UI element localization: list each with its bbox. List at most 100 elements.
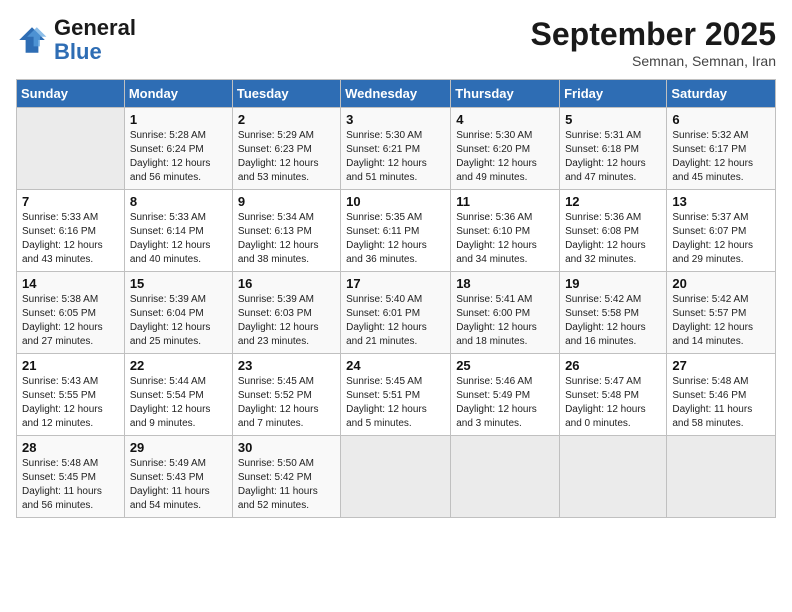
calendar-cell — [667, 436, 776, 518]
day-number: 15 — [130, 276, 227, 291]
calendar-cell: 4 Sunrise: 5:30 AM Sunset: 6:20 PM Daylig… — [451, 108, 560, 190]
cell-sun-info: Sunrise: 5:42 AM Sunset: 5:58 PM Dayligh… — [565, 293, 661, 349]
day-number: 11 — [456, 194, 554, 209]
logo-line1: General — [54, 16, 136, 40]
day-number: 18 — [456, 276, 554, 291]
cell-sun-info: Sunrise: 5:45 AM Sunset: 5:52 PM Dayligh… — [238, 375, 335, 431]
day-number: 27 — [672, 358, 770, 373]
calendar-cell: 20 Sunrise: 5:42 AM Sunset: 5:57 PM Dayli… — [667, 272, 776, 354]
day-number: 8 — [130, 194, 227, 209]
cell-sun-info: Sunrise: 5:34 AM Sunset: 6:13 PM Dayligh… — [238, 211, 335, 267]
day-number: 9 — [238, 194, 335, 209]
cell-sun-info: Sunrise: 5:45 AM Sunset: 5:51 PM Dayligh… — [346, 375, 445, 431]
day-number: 1 — [130, 112, 227, 127]
calendar-cell: 24 Sunrise: 5:45 AM Sunset: 5:51 PM Dayli… — [341, 354, 451, 436]
calendar-cell: 23 Sunrise: 5:45 AM Sunset: 5:52 PM Dayli… — [232, 354, 340, 436]
day-number: 24 — [346, 358, 445, 373]
day-number: 5 — [565, 112, 661, 127]
cell-sun-info: Sunrise: 5:36 AM Sunset: 6:08 PM Dayligh… — [565, 211, 661, 267]
calendar-cell: 19 Sunrise: 5:42 AM Sunset: 5:58 PM Dayli… — [560, 272, 667, 354]
cell-sun-info: Sunrise: 5:38 AM Sunset: 6:05 PM Dayligh… — [22, 293, 119, 349]
calendar-cell: 9 Sunrise: 5:34 AM Sunset: 6:13 PM Daylig… — [232, 190, 340, 272]
cell-sun-info: Sunrise: 5:43 AM Sunset: 5:55 PM Dayligh… — [22, 375, 119, 431]
cell-sun-info: Sunrise: 5:39 AM Sunset: 6:04 PM Dayligh… — [130, 293, 227, 349]
calendar-cell: 29 Sunrise: 5:49 AM Sunset: 5:43 PM Dayli… — [124, 436, 232, 518]
cell-sun-info: Sunrise: 5:48 AM Sunset: 5:45 PM Dayligh… — [22, 457, 119, 513]
calendar-cell — [560, 436, 667, 518]
calendar-cell: 14 Sunrise: 5:38 AM Sunset: 6:05 PM Dayli… — [17, 272, 125, 354]
cell-sun-info: Sunrise: 5:49 AM Sunset: 5:43 PM Dayligh… — [130, 457, 227, 513]
title-block: September 2025 Semnan, Semnan, Iran — [531, 16, 776, 69]
day-number: 16 — [238, 276, 335, 291]
cell-sun-info: Sunrise: 5:30 AM Sunset: 6:20 PM Dayligh… — [456, 129, 554, 185]
day-number: 17 — [346, 276, 445, 291]
logo: General Blue — [16, 16, 136, 64]
calendar-cell: 12Sunrise: 5:36 AM Sunset: 6:08 PM Dayli… — [560, 190, 667, 272]
page-header: General Blue September 2025 Semnan, Semn… — [16, 16, 776, 69]
calendar-week-row: 28 Sunrise: 5:48 AM Sunset: 5:45 PM Dayli… — [17, 436, 776, 518]
cell-sun-info: Sunrise: 5:46 AM Sunset: 5:49 PM Dayligh… — [456, 375, 554, 431]
weekday-header-monday: Monday — [124, 80, 232, 108]
cell-sun-info: Sunrise: 5:36 AM Sunset: 6:10 PM Dayligh… — [456, 211, 554, 267]
calendar-cell: 10 Sunrise: 5:35 AM Sunset: 6:11 PM Dayli… — [341, 190, 451, 272]
month-title: September 2025 — [531, 16, 776, 53]
cell-sun-info: Sunrise: 5:44 AM Sunset: 5:54 PM Dayligh… — [130, 375, 227, 431]
day-number: 28 — [22, 440, 119, 455]
cell-sun-info: Sunrise: 5:37 AM Sunset: 6:07 PM Dayligh… — [672, 211, 770, 267]
cell-sun-info: Sunrise: 5:31 AM Sunset: 6:18 PM Dayligh… — [565, 129, 661, 185]
calendar-week-row: 14 Sunrise: 5:38 AM Sunset: 6:05 PM Dayli… — [17, 272, 776, 354]
calendar-cell — [341, 436, 451, 518]
calendar-week-row: 21 Sunrise: 5:43 AM Sunset: 5:55 PM Dayli… — [17, 354, 776, 436]
cell-sun-info: Sunrise: 5:42 AM Sunset: 5:57 PM Dayligh… — [672, 293, 770, 349]
logo-line2: Blue — [54, 40, 136, 64]
weekday-header-wednesday: Wednesday — [341, 80, 451, 108]
calendar-cell: 26 Sunrise: 5:47 AM Sunset: 5:48 PM Dayli… — [560, 354, 667, 436]
cell-sun-info: Sunrise: 5:39 AM Sunset: 6:03 PM Dayligh… — [238, 293, 335, 349]
calendar-cell: 17 Sunrise: 5:40 AM Sunset: 6:01 PM Dayli… — [341, 272, 451, 354]
day-number: 14 — [22, 276, 119, 291]
calendar-cell: 5 Sunrise: 5:31 AM Sunset: 6:18 PM Daylig… — [560, 108, 667, 190]
day-number: 2 — [238, 112, 335, 127]
weekday-header-sunday: Sunday — [17, 80, 125, 108]
weekday-header-friday: Friday — [560, 80, 667, 108]
weekday-header-row: SundayMondayTuesdayWednesdayThursdayFrid… — [17, 80, 776, 108]
weekday-header-saturday: Saturday — [667, 80, 776, 108]
day-number: 30 — [238, 440, 335, 455]
day-number: 19 — [565, 276, 661, 291]
day-number: 23 — [238, 358, 335, 373]
calendar-cell: 16 Sunrise: 5:39 AM Sunset: 6:03 PM Dayli… — [232, 272, 340, 354]
logo-icon — [16, 24, 48, 56]
calendar-cell: 18Sunrise: 5:41 AM Sunset: 6:00 PM Dayli… — [451, 272, 560, 354]
cell-sun-info: Sunrise: 5:50 AM Sunset: 5:42 PM Dayligh… — [238, 457, 335, 513]
cell-sun-info: Sunrise: 5:32 AM Sunset: 6:17 PM Dayligh… — [672, 129, 770, 185]
calendar-cell: 30 Sunrise: 5:50 AM Sunset: 5:42 PM Dayli… — [232, 436, 340, 518]
day-number: 20 — [672, 276, 770, 291]
logo-text: General Blue — [54, 16, 136, 64]
cell-sun-info: Sunrise: 5:33 AM Sunset: 6:14 PM Dayligh… — [130, 211, 227, 267]
calendar-cell — [451, 436, 560, 518]
calendar-cell: 22Sunrise: 5:44 AM Sunset: 5:54 PM Dayli… — [124, 354, 232, 436]
cell-sun-info: Sunrise: 5:29 AM Sunset: 6:23 PM Dayligh… — [238, 129, 335, 185]
calendar-cell: 7Sunrise: 5:33 AM Sunset: 6:16 PM Daylig… — [17, 190, 125, 272]
calendar-cell: 2 Sunrise: 5:29 AM Sunset: 6:23 PM Daylig… — [232, 108, 340, 190]
cell-sun-info: Sunrise: 5:28 AM Sunset: 6:24 PM Dayligh… — [130, 129, 227, 185]
calendar-cell: 8 Sunrise: 5:33 AM Sunset: 6:14 PM Daylig… — [124, 190, 232, 272]
cell-sun-info: Sunrise: 5:33 AM Sunset: 6:16 PM Dayligh… — [22, 211, 119, 267]
calendar-cell: 1 Sunrise: 5:28 AM Sunset: 6:24 PM Daylig… — [124, 108, 232, 190]
day-number: 4 — [456, 112, 554, 127]
calendar-week-row: 7Sunrise: 5:33 AM Sunset: 6:16 PM Daylig… — [17, 190, 776, 272]
cell-sun-info: Sunrise: 5:40 AM Sunset: 6:01 PM Dayligh… — [346, 293, 445, 349]
calendar-cell: 11 Sunrise: 5:36 AM Sunset: 6:10 PM Dayli… — [451, 190, 560, 272]
location-subtitle: Semnan, Semnan, Iran — [531, 53, 776, 69]
weekday-header-tuesday: Tuesday — [232, 80, 340, 108]
cell-sun-info: Sunrise: 5:35 AM Sunset: 6:11 PM Dayligh… — [346, 211, 445, 267]
day-number: 29 — [130, 440, 227, 455]
calendar-cell — [17, 108, 125, 190]
cell-sun-info: Sunrise: 5:47 AM Sunset: 5:48 PM Dayligh… — [565, 375, 661, 431]
day-number: 10 — [346, 194, 445, 209]
day-number: 21 — [22, 358, 119, 373]
day-number: 26 — [565, 358, 661, 373]
calendar-cell: 27Sunrise: 5:48 AM Sunset: 5:46 PM Dayli… — [667, 354, 776, 436]
calendar-cell: 25Sunrise: 5:46 AM Sunset: 5:49 PM Dayli… — [451, 354, 560, 436]
calendar-cell: 21 Sunrise: 5:43 AM Sunset: 5:55 PM Dayli… — [17, 354, 125, 436]
